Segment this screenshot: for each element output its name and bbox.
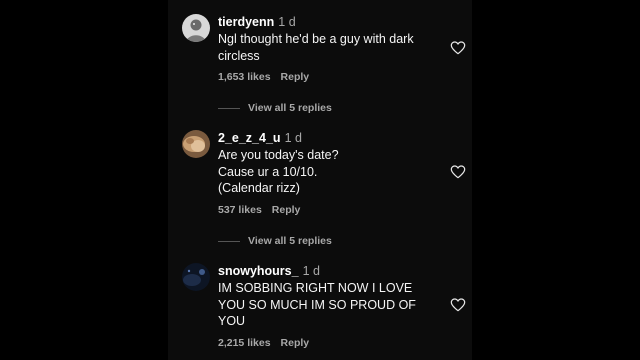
like-heart-icon[interactable] <box>450 297 466 313</box>
avatar[interactable] <box>182 130 210 158</box>
comment-time: 1 d <box>284 131 302 145</box>
comment-text: IM SOBBING RIGHT NOW I LOVE YOU SO MUCH … <box>218 280 444 330</box>
comment-text-line: IM SOBBING RIGHT NOW I LOVE <box>218 281 413 295</box>
comment-text-line: (Calendar rizz) <box>218 181 300 195</box>
reply-button[interactable]: Reply <box>281 71 310 83</box>
like-count[interactable]: 537 likes <box>218 204 262 216</box>
comment-username[interactable]: snowyhours_ <box>218 264 299 278</box>
comment-text-line: YOU SO MUCH IM SO PROUD OF <box>218 297 416 312</box>
comment-header: 2_e_z_4_u 1 d <box>218 130 444 146</box>
comment-text-line: Are you today's date? <box>218 148 339 162</box>
comment-username[interactable]: tierdyenn <box>218 15 274 29</box>
like-count[interactable]: 1,653 likes <box>218 71 271 83</box>
comment-body: snowyhours_ 1 d IM SOBBING RIGHT NOW I LO… <box>218 263 444 350</box>
divider-line <box>218 107 240 109</box>
like-heart-icon[interactable] <box>450 164 466 180</box>
comment-text: Ngl thought he'd be a guy with dark circ… <box>218 31 444 64</box>
comment-header: tierdyenn 1 d <box>218 14 444 30</box>
comment-text-line: Cause ur a 10/10. <box>218 164 318 179</box>
comment-header: snowyhours_ 1 d <box>218 263 444 279</box>
comment-text-line: YOU <box>218 314 246 328</box>
comment-item: 2_e_z_4_u 1 d Are you today's date? Cause… <box>182 130 466 220</box>
comments-panel: tierdyenn 1 d Ngl thought he'd be a guy w… <box>168 0 472 360</box>
comment-text: Are you today's date? Cause ur a 10/10. … <box>218 147 444 197</box>
comment-item: snowyhours_ 1 d IM SOBBING RIGHT NOW I LO… <box>182 263 466 355</box>
comment-meta: 2,215 likes Reply <box>218 336 444 350</box>
avatar[interactable] <box>182 14 210 42</box>
comment-time: 1 d <box>278 15 296 29</box>
comment-body: tierdyenn 1 d Ngl thought he'd be a guy w… <box>218 14 444 84</box>
like-heart-icon[interactable] <box>450 40 466 56</box>
comment-item: tierdyenn 1 d Ngl thought he'd be a guy w… <box>182 14 466 84</box>
comment-text-line: circless <box>218 48 260 63</box>
comment-meta: 537 likes Reply <box>218 203 444 217</box>
view-replies-label: View all 5 replies <box>248 102 332 114</box>
reply-button[interactable]: Reply <box>281 337 310 349</box>
like-count[interactable]: 2,215 likes <box>218 337 271 349</box>
view-replies-button[interactable]: View all 5 replies <box>218 234 332 248</box>
view-replies-button[interactable]: View all 5 replies <box>218 101 332 115</box>
comment-time: 1 d <box>302 264 320 278</box>
comment-body: 2_e_z_4_u 1 d Are you today's date? Cause… <box>218 130 444 217</box>
comment-text-line: Ngl thought he'd be a guy with dark <box>218 32 414 46</box>
divider-line <box>218 240 240 242</box>
comment-meta: 1,653 likes Reply <box>218 70 444 84</box>
view-replies-label: View all 5 replies <box>248 235 332 247</box>
comment-username[interactable]: 2_e_z_4_u <box>218 131 281 145</box>
avatar[interactable] <box>182 263 210 291</box>
reply-button[interactable]: Reply <box>272 204 301 216</box>
